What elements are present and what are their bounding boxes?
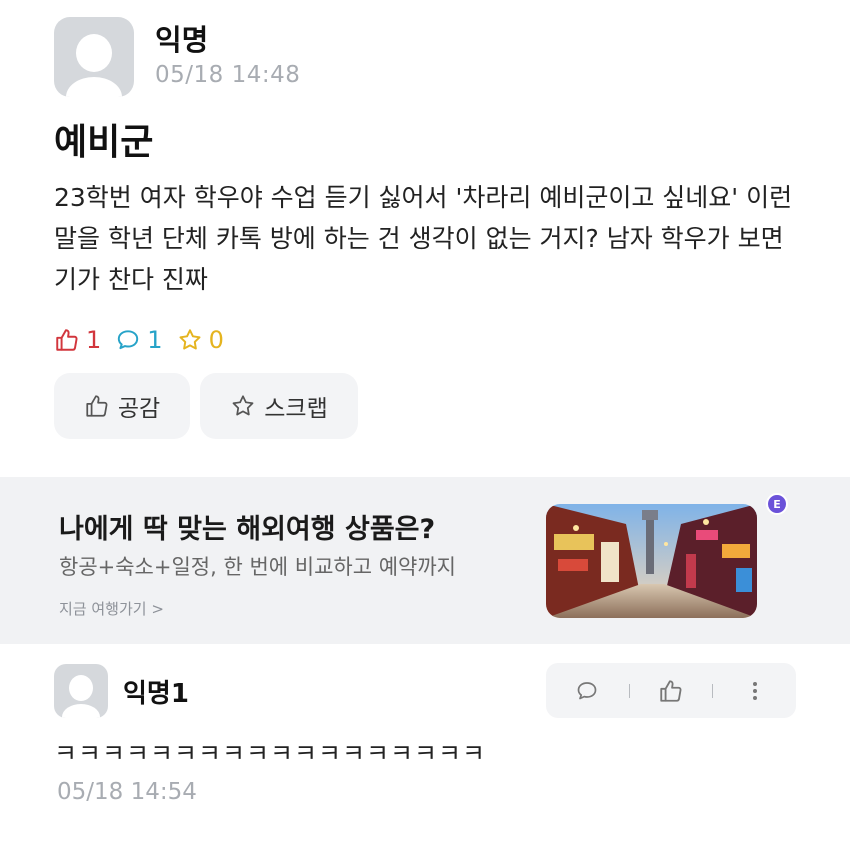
post-body: 23학번 여자 학우야 수업 듣기 싫어서 '차라리 예비군이고 싶네요' 이런… — [54, 183, 793, 294]
ad-description: 항공+숙소+일정, 한 번에 비교하고 예약까지 — [59, 555, 457, 579]
post-author: 익명 — [155, 23, 209, 57]
thumbs-up-icon — [56, 329, 78, 351]
post-stats: 1 1 0 — [54, 326, 238, 354]
comment-count: 1 — [115, 326, 163, 354]
more-vertical-icon — [752, 681, 757, 700]
star-icon — [232, 395, 254, 416]
comment-actions — [546, 663, 796, 718]
star-icon — [179, 329, 201, 350]
scrap-button[interactable]: 스크랩 — [200, 373, 358, 439]
scrap-button-label: 스크랩 — [264, 396, 328, 422]
like-count: 1 — [54, 326, 101, 354]
comment-author-avatar — [54, 664, 108, 718]
post-title: 예비군 — [54, 122, 154, 163]
comment-count-value: 1 — [147, 326, 163, 354]
more-options-button[interactable] — [713, 679, 796, 703]
scrap-count: 0 — [177, 326, 224, 354]
ad-badge: E — [766, 493, 788, 515]
like-count-value: 1 — [86, 326, 102, 354]
ad-banner[interactable]: 나에게 딱 맞는 해외여행 상품은? 항공+숙소+일정, 한 번에 비교하고 예… — [0, 477, 850, 644]
comment-timestamp: 05/18 14:54 — [57, 779, 197, 805]
thumbs-up-icon — [660, 679, 682, 702]
ad-image[interactable] — [546, 504, 757, 618]
like-button-label: 공감 — [117, 396, 161, 422]
speech-bubble-icon — [118, 330, 139, 350]
comment-like-button[interactable] — [630, 678, 713, 704]
like-button[interactable]: 공감 — [54, 373, 190, 439]
scrap-count-value: 0 — [208, 326, 224, 354]
street-scene-image — [546, 504, 757, 618]
ad-link[interactable]: 지금 여행가기 > — [59, 598, 164, 619]
ad-title: 나에게 딱 맞는 해외여행 상품은? — [59, 514, 436, 545]
speech-bubble-icon — [577, 681, 597, 699]
post-timestamp: 05/18 14:48 — [155, 62, 301, 88]
author-avatar — [54, 17, 134, 97]
comment-text: ㅋㅋㅋㅋㅋㅋㅋㅋㅋㅋㅋㅋㅋㅋㅋㅋㅋㅋ — [54, 739, 487, 768]
thumbs-up-icon — [86, 395, 108, 417]
comment-author: 익명1 — [123, 679, 189, 709]
reply-button[interactable] — [546, 679, 629, 703]
